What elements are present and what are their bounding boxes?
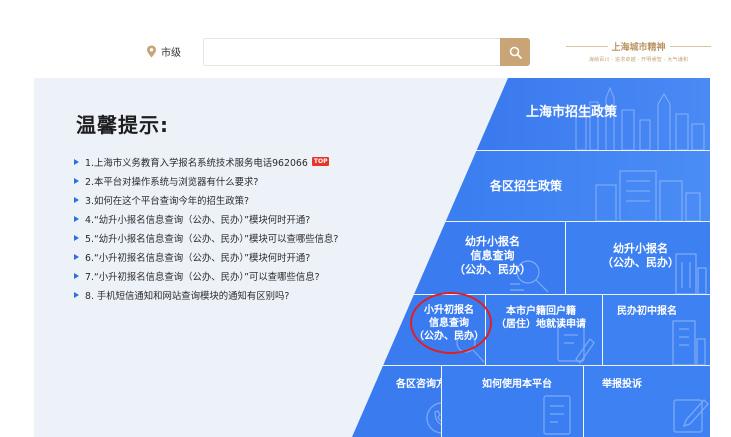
- tip-text: 3.如何在这个平台查询今年的招生政策?: [85, 195, 249, 207]
- tip-item[interactable]: 5.“幼升小报名信息查询（公办、民办）”模块可以查哪些信息?: [74, 228, 404, 247]
- document-icon: [543, 395, 571, 435]
- tile-line: （居住）地就读申请: [496, 319, 586, 330]
- tile-kid-to-primary-query-label: 幼升小报名 信息查询 （公办、民办）: [454, 235, 531, 277]
- tips-list: 1.上海市义务教育入学报名系统技术服务电话962066 TOP 2.本平台对操作系…: [74, 152, 404, 304]
- tile-district-contact-label: 各区咨询方式: [396, 379, 441, 390]
- bullet-arrow-icon: [74, 215, 79, 222]
- bullet-arrow-icon: [74, 234, 79, 241]
- tile-kid-to-primary-signup[interactable]: 幼升小报名 （公办、民办）: [566, 222, 710, 294]
- tile-line: 本市户籍回户籍: [506, 306, 576, 317]
- tile-how-to-use-label: 如何使用本平台: [482, 379, 552, 390]
- tile-line: （公办、民办）: [454, 263, 531, 276]
- highlight-circle: [410, 292, 492, 354]
- search-icon: [509, 46, 522, 59]
- location-label: 市级: [161, 47, 181, 59]
- top-badge: TOP: [311, 157, 330, 166]
- tip-text: 1.上海市义务教育入学报名系统技术服务电话962066: [85, 157, 308, 169]
- tile-city-policy[interactable]: 上海市招生政策: [352, 78, 710, 150]
- tip-text: 6.“小升初报名信息查询（公办、民办）”模块何时开通?: [85, 252, 311, 264]
- tile-line: 幼升小报名: [465, 235, 520, 248]
- tile-line: （公办、民办）: [602, 256, 679, 269]
- tip-text: 5.“幼升小报名信息查询（公办、民办）”模块可以查哪些信息?: [85, 233, 339, 245]
- tip-text: 2.本平台对操作系统与浏览器有什么要求?: [85, 176, 259, 188]
- bullet-arrow-icon: [74, 272, 79, 279]
- tile-district-policy-label: 各区招生政策: [490, 179, 563, 193]
- tip-text: 8. 手机短信通知和网站查询模块的通知有区别吗?: [85, 290, 290, 302]
- bullet-arrow-icon: [74, 177, 79, 184]
- tile-report-complaint[interactable]: 举报投诉: [584, 366, 710, 437]
- tile-hukou-local-school-label: 本市户籍回户籍 （居住）地就读申请: [496, 305, 586, 331]
- location-pin-icon: [147, 45, 156, 57]
- city-spirit-slogan: 上海城市精神 海纳百川 · 追求卓越 · 开明睿智 · 大气谦和: [566, 40, 712, 66]
- tile-line: 幼升小报名: [613, 242, 668, 255]
- location-selector[interactable]: 市级: [146, 42, 181, 60]
- tile-how-to-use[interactable]: 如何使用本平台: [442, 366, 583, 437]
- tile-city-policy-label: 上海市招生政策: [526, 105, 618, 120]
- tip-text: 4.“幼升小报名信息查询（公办、民办）”模块何时开通?: [85, 214, 311, 226]
- bullet-arrow-icon: [74, 158, 79, 165]
- tile-district-contact[interactable]: 各区咨询方式: [352, 366, 441, 437]
- main-banner: 温馨提示: 1.上海市义务教育入学报名系统技术服务电话962066 TOP 2.本…: [34, 78, 710, 437]
- tip-item[interactable]: 3.如何在这个平台查询今年的招生政策?: [74, 190, 404, 209]
- tile-line: 信息查询: [470, 249, 515, 262]
- search-input[interactable]: [203, 38, 501, 66]
- slogan-title: 上海城市精神: [611, 43, 666, 53]
- building-icon: [672, 320, 706, 365]
- search-button[interactable]: [500, 38, 530, 66]
- bullet-arrow-icon: [74, 196, 79, 203]
- tip-item[interactable]: 6.“小升初报名信息查询（公办、民办）”模块何时开通?: [74, 247, 404, 266]
- tips-title: 温馨提示:: [76, 113, 169, 137]
- tile-report-complaint-label: 举报投诉: [602, 379, 642, 390]
- tile-private-middle-signup-label: 民办初中报名: [617, 306, 677, 317]
- slogan-right-divider: [669, 46, 712, 47]
- tip-item[interactable]: 2.本平台对操作系统与浏览器有什么要求?: [74, 171, 404, 190]
- tip-item[interactable]: 4.“幼升小报名信息查询（公办、民办）”模块何时开通?: [74, 209, 404, 228]
- tip-item[interactable]: 8. 手机短信通知和网站查询模块的通知有区别吗?: [74, 285, 404, 304]
- tile-hukou-local-school[interactable]: 本市户籍回户籍 （居住）地就读申请: [486, 295, 602, 365]
- telephone-icon: [426, 402, 441, 434]
- tip-item[interactable]: 7.“小升初报名信息查询（公办、民办）”可以查哪些信息?: [74, 266, 404, 285]
- tip-item[interactable]: 1.上海市义务教育入学报名系统技术服务电话962066 TOP: [74, 152, 404, 171]
- slogan-subtitle: 海纳百川 · 追求卓越 · 开明睿智 · 大气谦和: [588, 57, 689, 63]
- tile-private-middle-signup[interactable]: 民办初中报名: [603, 295, 710, 365]
- tile-kid-to-primary-signup-label: 幼升小报名 （公办、民办）: [602, 242, 679, 270]
- bullet-arrow-icon: [74, 253, 79, 260]
- building-icon: [595, 170, 701, 221]
- header: 市级 上海城市精神 海纳百川 · 追求卓越 · 开明睿智 · 大气谦和: [0, 0, 731, 78]
- tip-text: 7.“小升初报名信息查询（公办、民办）”可以查哪些信息?: [85, 271, 320, 283]
- bullet-arrow-icon: [74, 291, 79, 298]
- slogan-left-divider: [566, 46, 608, 47]
- edit-icon: [673, 399, 709, 433]
